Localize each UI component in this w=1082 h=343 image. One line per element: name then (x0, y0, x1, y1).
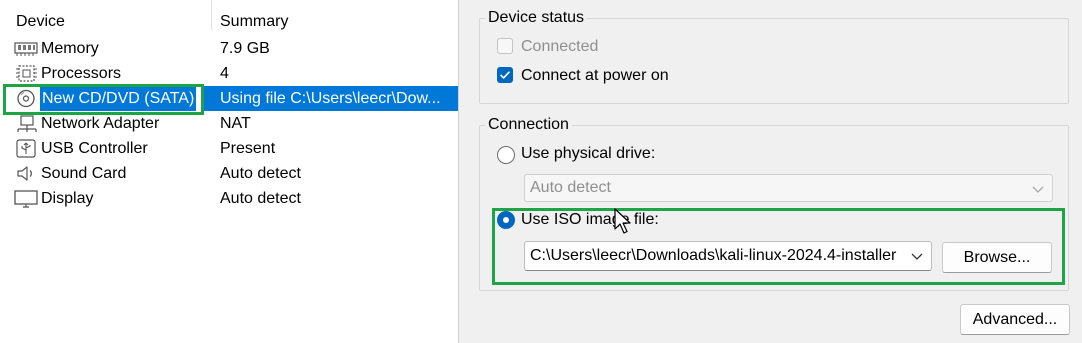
memory-icon (14, 42, 38, 56)
connection-title: Connection (485, 116, 572, 134)
processor-icon (16, 65, 37, 82)
device-name: Sound Card (41, 165, 127, 182)
iso-path-value: C:\Users\leecr\Downloads\kali-linux-2024… (530, 247, 897, 264)
device-list-panel: Device Summary Memory 7.9 GB Processors … (0, 0, 459, 343)
device-name: Display (41, 190, 94, 207)
device-summary: Using file C:\Users\leecr\Dow... (220, 90, 441, 107)
connect-at-power-on-checkbox[interactable] (497, 67, 513, 83)
device-status-title: Device status (485, 9, 588, 27)
connected-label: Connected (521, 38, 599, 55)
device-row-processors[interactable]: Processors 4 (0, 61, 458, 86)
chevron-down-icon (1032, 186, 1044, 193)
device-summary: 4 (220, 65, 229, 82)
device-summary: Auto detect (220, 190, 301, 207)
checkmark-icon (500, 71, 510, 79)
device-column-header[interactable]: Device (16, 13, 65, 31)
speaker-icon (17, 166, 32, 181)
device-summary: Auto detect (220, 165, 301, 182)
usb-icon (16, 139, 36, 158)
connected-checkbox[interactable] (497, 38, 513, 54)
device-row-display[interactable]: Display Auto detect (0, 186, 458, 211)
mouse-cursor-icon (614, 208, 631, 234)
network-adapter-icon (17, 115, 37, 132)
device-row-usb-controller[interactable]: USB Controller Present (0, 136, 458, 161)
column-divider[interactable] (211, 0, 212, 30)
iso-image-radio[interactable] (497, 211, 515, 229)
device-list-header: Device Summary (0, 0, 458, 30)
device-name: New CD/DVD (SATA) (40, 87, 197, 111)
physical-drive-value: Auto detect (530, 179, 611, 196)
device-name: USB Controller (41, 140, 148, 157)
chevron-down-icon (911, 253, 923, 260)
device-row-cd-dvd[interactable]: New CD/DVD (SATA) Using file C:\Users\le… (0, 86, 458, 111)
device-name: Memory (41, 40, 99, 57)
device-row-memory[interactable]: Memory 7.9 GB (0, 36, 458, 61)
browse-button[interactable]: Browse... (942, 242, 1052, 273)
device-row-sound-card[interactable]: Sound Card Auto detect (0, 161, 458, 186)
iso-image-label: Use ISO image file: (521, 211, 659, 228)
physical-drive-label: Use physical drive: (521, 145, 656, 162)
cd-dvd-icon (17, 89, 35, 108)
device-summary: NAT (220, 115, 251, 132)
summary-column-header[interactable]: Summary (220, 13, 288, 31)
device-summary: Present (220, 140, 276, 157)
device-summary: 7.9 GB (220, 40, 270, 57)
connect-at-power-on-label: Connect at power on (521, 67, 669, 84)
iso-path-select[interactable]: C:\Users\leecr\Downloads\kali-linux-2024… (524, 241, 932, 271)
device-row-network-adapter[interactable]: Network Adapter NAT (0, 111, 458, 136)
physical-drive-select[interactable]: Auto detect (524, 174, 1053, 202)
advanced-button[interactable]: Advanced... (960, 304, 1070, 335)
physical-drive-radio[interactable] (497, 146, 515, 164)
device-name: Processors (41, 65, 122, 82)
device-name: Network Adapter (41, 115, 160, 132)
device-status-group (479, 18, 1069, 104)
monitor-icon (14, 190, 38, 208)
